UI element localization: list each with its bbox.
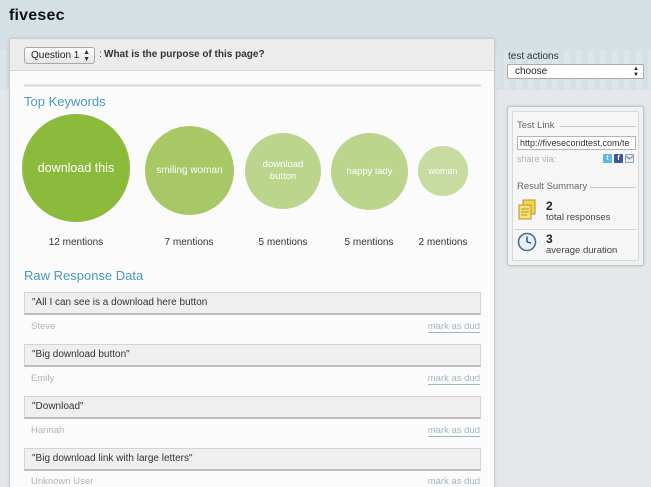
question-select-value: Question 1 bbox=[31, 50, 80, 61]
test-actions-label: test actions bbox=[508, 51, 559, 62]
keyword-label: happy lady bbox=[346, 166, 393, 177]
response-user: Unknown User bbox=[31, 476, 94, 487]
keyword-label: download button bbox=[262, 159, 304, 182]
average-duration-value: 3 bbox=[546, 232, 553, 246]
stat-divider bbox=[514, 229, 637, 230]
top-keywords-title: Top Keywords bbox=[24, 94, 106, 109]
keyword-mentions: 5 mentions bbox=[258, 237, 308, 248]
total-responses-value: 2 bbox=[546, 199, 553, 213]
total-responses-label: total responses bbox=[546, 212, 611, 223]
mark-as-dud-link[interactable]: mark as dud bbox=[428, 476, 480, 487]
keyword-label: download this bbox=[37, 161, 115, 175]
keyword-mentions: 2 mentions bbox=[418, 237, 468, 248]
keyword-label: smiling woman bbox=[156, 165, 223, 176]
section-divider bbox=[24, 84, 481, 87]
test-actions-select[interactable]: choose ▲ ▼ bbox=[507, 64, 644, 79]
response-text: "Big download link with large letters" bbox=[24, 448, 481, 471]
response-user: Emily bbox=[31, 373, 55, 384]
response-text: "Big download button" bbox=[24, 344, 481, 367]
question-select[interactable]: Question 1 ▲ ▼ bbox=[24, 47, 95, 64]
result-summary-heading: Result Summary bbox=[517, 181, 588, 192]
raw-response-title: Raw Response Data bbox=[24, 268, 144, 283]
select-arrows-icon: ▲ ▼ bbox=[83, 48, 90, 63]
mark-as-dud-link[interactable]: mark as dud bbox=[427, 373, 480, 385]
test-link-heading: Test Link bbox=[517, 120, 555, 131]
keyword-label: woman bbox=[428, 166, 458, 176]
response-user: Steve bbox=[31, 321, 56, 332]
question-text: What is the purpose of this page? bbox=[104, 49, 265, 60]
select-arrows-icon: ▲ ▼ bbox=[633, 65, 639, 78]
keyword-mentions: 12 mentions bbox=[48, 237, 104, 248]
share-via-label: share via: bbox=[517, 154, 557, 164]
test-actions-select-value: choose bbox=[515, 66, 548, 77]
question-bar: Question 1 ▲ ▼ : What is the purpose of t… bbox=[10, 39, 494, 71]
test-info-card: Test Link http://fivesecondtest.com/te s… bbox=[507, 106, 644, 266]
twitter-icon[interactable]: t bbox=[603, 154, 612, 163]
keyword-bubble[interactable]: happy lady bbox=[331, 133, 408, 210]
response-text: "Download" bbox=[24, 396, 481, 419]
test-link-field[interactable]: http://fivesecondtest.com/te bbox=[517, 136, 636, 150]
keyword-mentions: 7 mentions bbox=[164, 237, 214, 248]
facebook-icon[interactable]: f bbox=[614, 154, 623, 163]
clock-icon bbox=[517, 232, 537, 252]
response-text: "All I can see is a download here button bbox=[24, 292, 481, 315]
notes-icon bbox=[517, 199, 537, 221]
heading-rule bbox=[560, 126, 636, 127]
keyword-bubble[interactable]: woman bbox=[418, 146, 468, 196]
results-panel: Question 1 ▲ ▼ : What is the purpose of t… bbox=[9, 38, 495, 487]
mark-as-dud-link[interactable]: mark as dud bbox=[427, 425, 480, 437]
average-duration-label: average duration bbox=[546, 245, 618, 256]
heading-rule bbox=[590, 187, 636, 188]
mark-as-dud-link[interactable]: mark as dud bbox=[427, 321, 480, 333]
email-icon[interactable] bbox=[625, 154, 634, 163]
response-user: Hannah bbox=[31, 425, 65, 436]
keyword-bubble[interactable]: download button bbox=[245, 133, 321, 209]
keyword-bubble[interactable]: download this bbox=[22, 114, 130, 222]
keyword-bubble[interactable]: smiling woman bbox=[145, 126, 234, 215]
question-separator: : bbox=[99, 49, 102, 60]
app-logo[interactable]: fivesec bbox=[9, 7, 65, 25]
